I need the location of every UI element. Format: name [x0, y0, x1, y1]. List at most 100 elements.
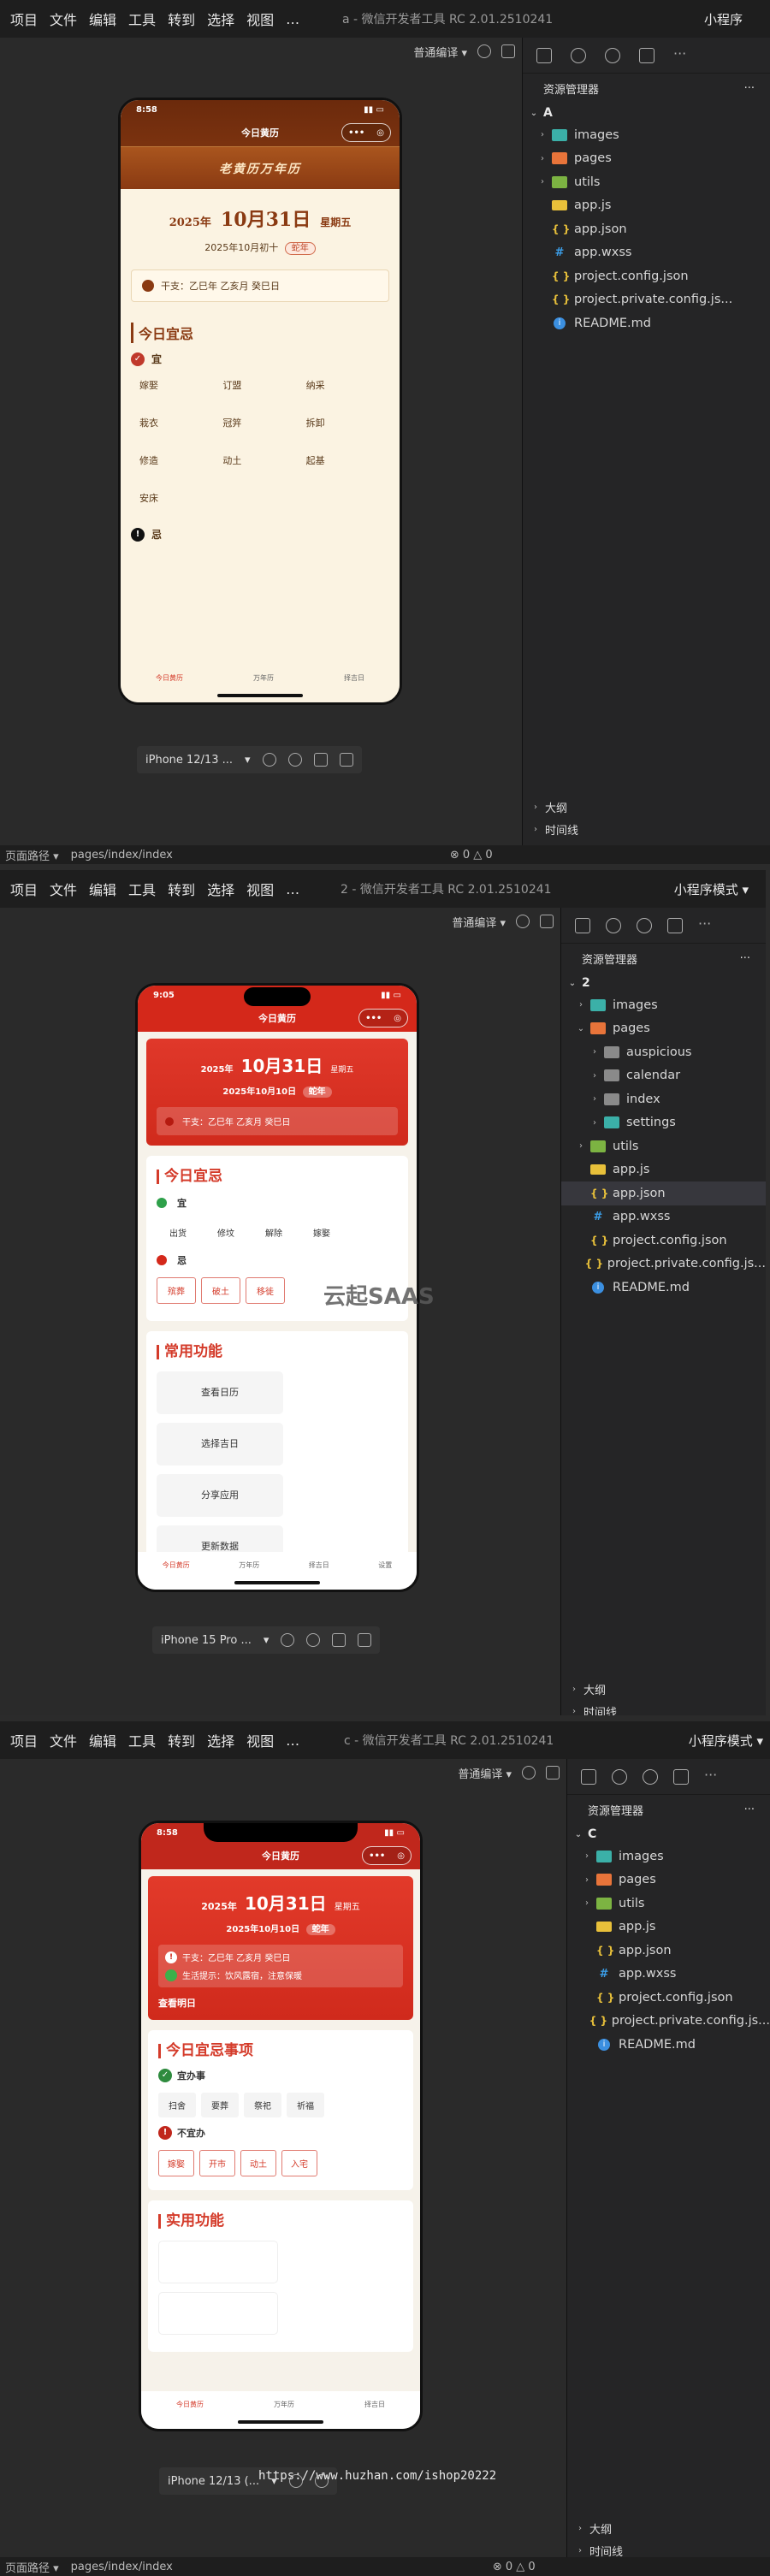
- search-icon[interactable]: [612, 1768, 627, 1785]
- more-icon[interactable]: ···: [698, 916, 711, 933]
- mini-capsule[interactable]: ••• ◎: [358, 1009, 408, 1027]
- tree-item-images[interactable]: › images: [561, 993, 766, 1017]
- outline-item[interactable]: › 大纲: [530, 796, 770, 818]
- menu-view[interactable]: 视图: [246, 9, 274, 29]
- menu-edit[interactable]: 编辑: [89, 879, 116, 899]
- menu-project[interactable]: 项目: [10, 879, 38, 899]
- tab-auspicious[interactable]: 择吉日: [364, 2400, 385, 2429]
- tree-item-auspicious[interactable]: › auspicious: [561, 1040, 766, 1064]
- tree-item-index[interactable]: › index: [561, 1087, 766, 1111]
- source-control-icon[interactable]: [637, 917, 652, 933]
- files-icon[interactable]: [581, 1768, 596, 1785]
- tab-today[interactable]: 今日黄历: [163, 1560, 190, 1590]
- more-icon[interactable]: •••: [359, 1014, 388, 1023]
- tab-calendar[interactable]: 万年历: [239, 1560, 259, 1590]
- tree-item-utils[interactable]: › utils: [523, 170, 770, 194]
- mode-label[interactable]: 小程序: [704, 10, 743, 28]
- clear-cache-icon[interactable]: [501, 44, 515, 58]
- menu-view[interactable]: 视图: [246, 879, 274, 899]
- mini-capsule[interactable]: ••• ◎: [341, 123, 391, 142]
- tree-item-app-wxss[interactable]: # app.wxss: [523, 241, 770, 265]
- menu-tools[interactable]: 工具: [128, 1730, 156, 1750]
- rotate-icon[interactable]: [262, 753, 276, 767]
- compile-select[interactable]: 普通编译 ▾: [452, 914, 506, 930]
- menu-file[interactable]: 文件: [50, 9, 77, 29]
- menu-edit[interactable]: 编辑: [89, 1730, 116, 1750]
- extensions-icon[interactable]: [667, 917, 683, 933]
- more-icon[interactable]: •••: [363, 1851, 391, 1861]
- clear-cache-icon[interactable]: [546, 1766, 560, 1780]
- timeline-item[interactable]: › 时间线: [530, 818, 770, 840]
- tree-item-app-json[interactable]: { } app.json: [561, 1181, 766, 1205]
- clear-cache-icon[interactable]: [540, 915, 554, 928]
- menu-more[interactable]: …: [286, 1732, 299, 1749]
- compile-select[interactable]: 普通编译 ▾: [458, 1765, 512, 1781]
- view-tomorrow-link[interactable]: 查看明日: [158, 1996, 403, 2010]
- device-selector[interactable]: iPhone 12/13 ... ▾: [137, 746, 362, 773]
- tree-item-app-wxss[interactable]: # app.wxss: [567, 1963, 770, 1987]
- project-root[interactable]: ⌄ A: [523, 103, 770, 123]
- tree-item-app-js[interactable]: app.js: [567, 1916, 770, 1939]
- search-icon[interactable]: [606, 917, 621, 933]
- problems-count[interactable]: ⊗ 0 △ 0: [450, 849, 493, 862]
- more-icon[interactable]: ···: [744, 1803, 755, 1816]
- tree-item-project-config-json[interactable]: { } project.config.json: [561, 1229, 766, 1252]
- extensions-icon[interactable]: [639, 47, 654, 63]
- tree-item-pages[interactable]: › pages: [523, 147, 770, 171]
- more-icon[interactable]: •••: [342, 128, 370, 138]
- menu-goto[interactable]: 转到: [168, 1730, 195, 1750]
- tab-calendar[interactable]: 万年历: [253, 673, 274, 702]
- record-icon[interactable]: [287, 753, 302, 767]
- tree-item-pages[interactable]: › pages: [567, 1868, 770, 1892]
- select-auspicious-button[interactable]: 选择吉日: [157, 1423, 283, 1466]
- problems-count[interactable]: ⊗ 0 △ 0: [493, 2561, 536, 2573]
- tab-today[interactable]: 今日黄历: [176, 2400, 204, 2429]
- tree-item-project-private-config-js-[interactable]: { } project.private.config.js...: [561, 1252, 766, 1276]
- tab-settings[interactable]: 设置: [378, 1560, 392, 1590]
- tree-item-app-json[interactable]: { } app.json: [567, 1939, 770, 1963]
- tree-item-images[interactable]: › images: [523, 123, 770, 147]
- tree-item-pages[interactable]: ⌄ pages: [561, 1017, 766, 1041]
- extensions-icon[interactable]: [673, 1768, 689, 1785]
- more-icon[interactable]: ···: [673, 46, 686, 63]
- tree-item-project-config-json[interactable]: { } project.config.json: [567, 1986, 770, 2010]
- mini-capsule[interactable]: ••• ◎: [362, 1846, 412, 1865]
- tab-calendar[interactable]: 万年历: [274, 2400, 294, 2429]
- more-icon[interactable]: ···: [740, 952, 750, 965]
- menu-view[interactable]: 视图: [246, 1730, 274, 1750]
- rotate-icon[interactable]: [281, 1633, 295, 1647]
- menu-more[interactable]: …: [286, 11, 299, 27]
- menu-select[interactable]: 选择: [207, 879, 234, 899]
- tree-item-calendar[interactable]: › calendar: [561, 1064, 766, 1088]
- tree-item-utils[interactable]: › utils: [561, 1134, 766, 1158]
- menu-more[interactable]: …: [286, 881, 299, 897]
- tree-item-app-js[interactable]: app.js: [523, 194, 770, 218]
- source-control-icon[interactable]: [605, 47, 620, 63]
- phone-icon[interactable]: [332, 1633, 346, 1647]
- timeline-item[interactable]: › 时间线: [568, 1700, 766, 1716]
- tree-item-readme-md[interactable]: i README.md: [567, 2033, 770, 2057]
- outline-item[interactable]: › 大纲: [568, 1678, 766, 1700]
- tree-item-app-wxss[interactable]: # app.wxss: [561, 1205, 766, 1229]
- menu-file[interactable]: 文件: [50, 1730, 77, 1750]
- refresh-icon[interactable]: [522, 1766, 536, 1780]
- view-calendar-button[interactable]: 查看日历: [157, 1371, 283, 1414]
- function-button[interactable]: [158, 2292, 278, 2335]
- page-path-select[interactable]: 页面路径 ▾: [5, 847, 59, 863]
- tab-auspicious[interactable]: 择吉日: [344, 673, 364, 702]
- files-icon[interactable]: [536, 47, 552, 63]
- tree-item-project-private-config-js-[interactable]: { } project.private.config.js...: [567, 2010, 770, 2034]
- mode-label[interactable]: 小程序模式 ▾: [689, 1732, 763, 1750]
- project-root[interactable]: ⌄ C: [567, 1824, 770, 1845]
- files-icon[interactable]: [575, 917, 590, 933]
- tree-item-project-private-config-js-[interactable]: { } project.private.config.js...: [523, 288, 770, 312]
- tree-item-utils[interactable]: › utils: [567, 1892, 770, 1916]
- tab-auspicious[interactable]: 择吉日: [309, 1560, 329, 1590]
- menu-project[interactable]: 项目: [10, 1730, 38, 1750]
- refresh-icon[interactable]: [477, 44, 491, 58]
- refresh-icon[interactable]: [516, 915, 530, 928]
- share-app-button[interactable]: 分享应用: [157, 1474, 283, 1517]
- tree-item-app-json[interactable]: { } app.json: [523, 217, 770, 241]
- more-icon[interactable]: ···: [744, 82, 755, 95]
- menu-goto[interactable]: 转到: [168, 9, 195, 29]
